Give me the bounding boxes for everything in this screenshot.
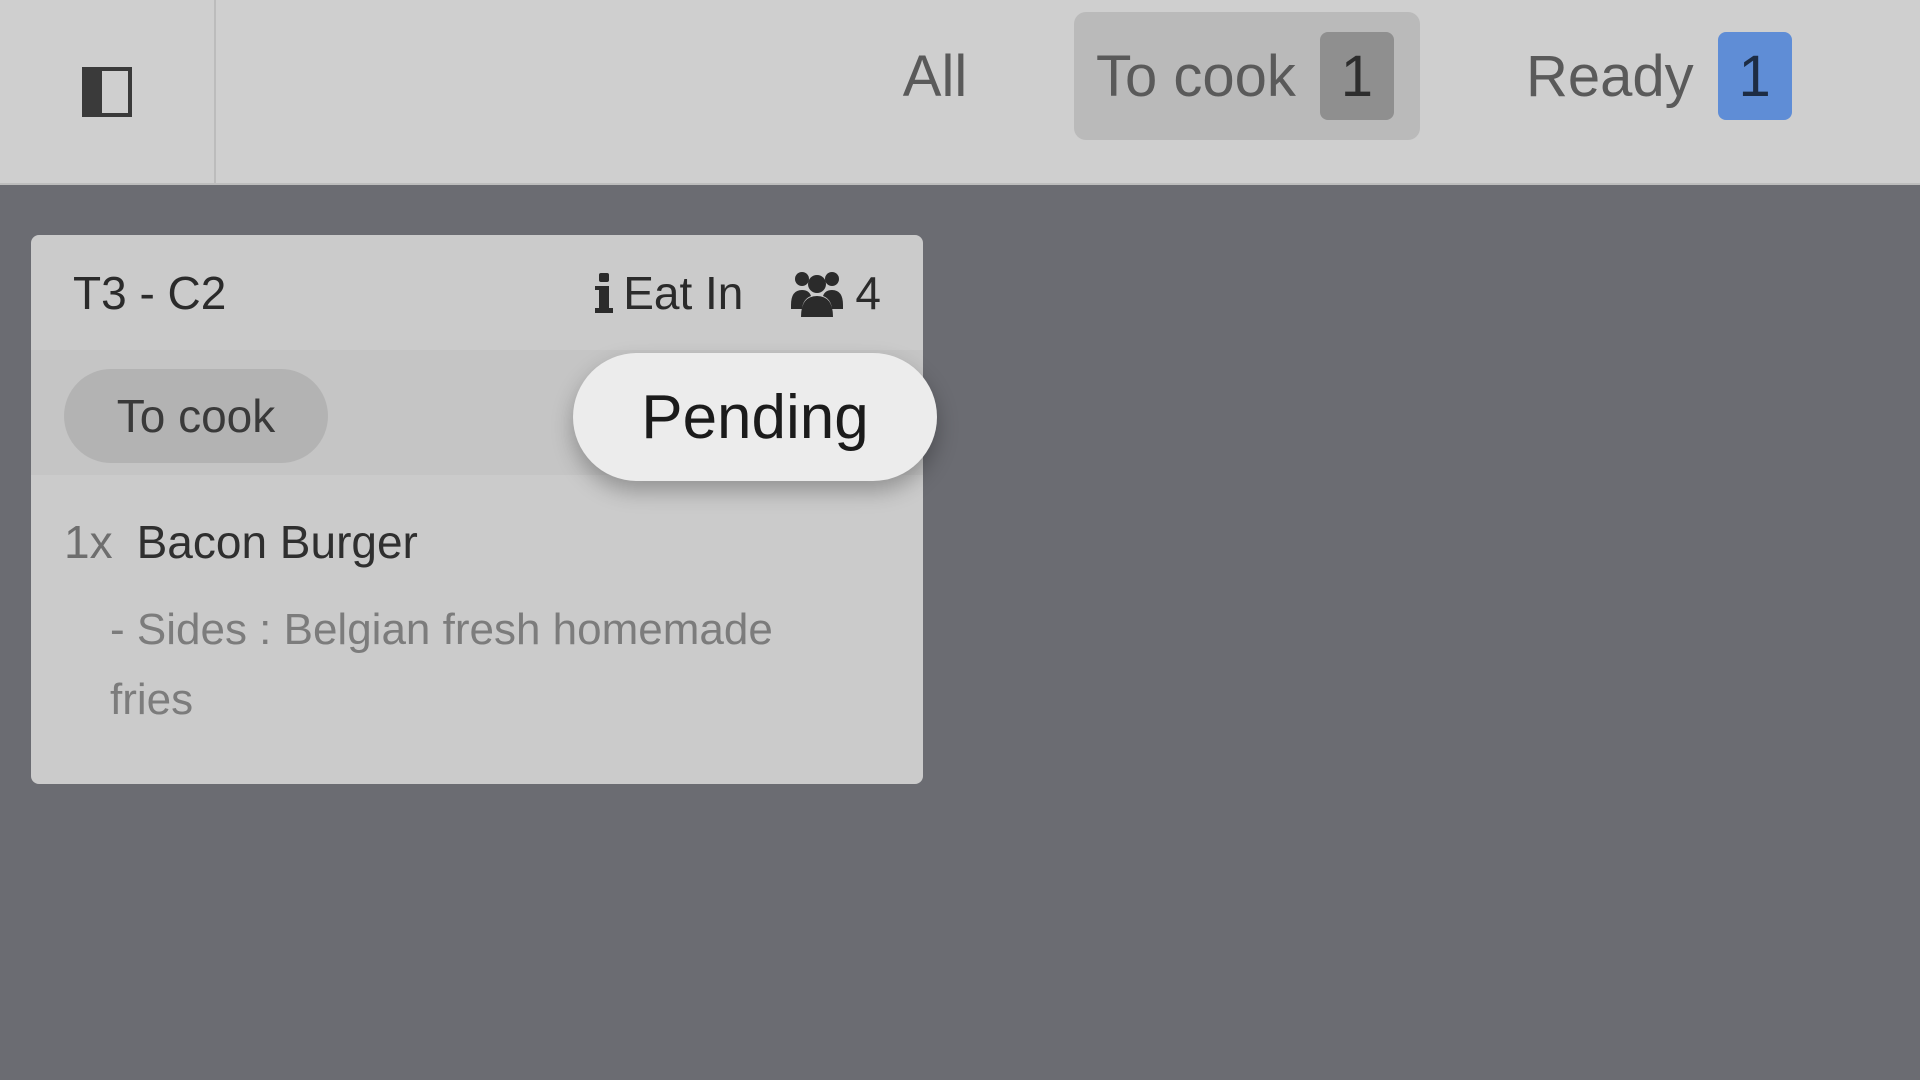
tab-to-cook-label: To cook <box>1096 43 1296 109</box>
tab-all-label: All <box>902 43 968 109</box>
tab-ready[interactable]: Ready 1 <box>1500 12 1820 140</box>
order-title: T3 - C2 <box>73 266 227 319</box>
ready-count-badge: 1 <box>1717 32 1792 120</box>
item-modifier: - Sides : Belgian fresh homemade fries <box>110 605 773 724</box>
tab-to-cook[interactable]: To cook 1 <box>1074 12 1420 140</box>
guest-count: 4 <box>855 266 881 319</box>
users-icon <box>791 271 844 317</box>
tab-ready-label: Ready <box>1526 43 1694 109</box>
item-quantity: 1x <box>64 516 113 568</box>
order-filter-tabs: All To cook 1 Ready 1 <box>0 12 1920 140</box>
order-status-badge[interactable]: To cook <box>64 369 328 463</box>
order-meta: Eat In 4 <box>595 266 881 320</box>
pending-status-button[interactable]: Pending <box>573 353 937 481</box>
order-card-header: T3 - C2 Eat In 4 <box>31 235 923 350</box>
info-icon <box>595 272 614 313</box>
to-cook-count-badge: 1 <box>1319 32 1394 120</box>
item-name: Bacon Burger <box>136 516 418 568</box>
service-type-label: Eat In <box>623 266 744 319</box>
top-bar: All To cook 1 Ready 1 <box>0 0 1920 185</box>
order-items-list: 1x Bacon Burger - Sides : Belgian fresh … <box>64 515 884 735</box>
list-item[interactable]: 1x Bacon Burger <box>64 515 884 569</box>
order-card[interactable]: T3 - C2 Eat In 4 To cook Pending 1x Baco… <box>31 235 937 784</box>
tab-all[interactable]: All <box>860 12 1010 140</box>
